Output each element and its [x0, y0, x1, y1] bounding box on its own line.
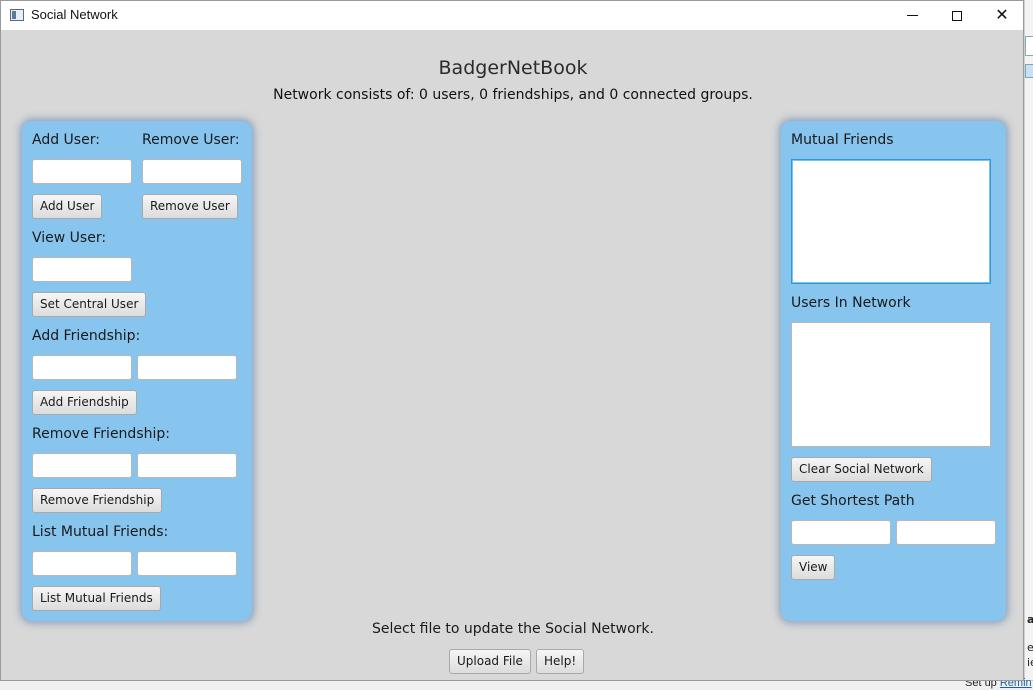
mutual-friends-heading: Mutual Friends — [791, 132, 894, 148]
left-control-panel: Add User: Remove User: Add User Remove U… — [22, 121, 252, 621]
background-input-fragment — [1025, 36, 1033, 56]
add-friendship-user1-input[interactable] — [32, 355, 132, 380]
remove-friendship-button[interactable]: Remove Friendship — [32, 488, 163, 513]
app-window: Social Network ✕ BadgerNetBook Network c… — [0, 0, 1024, 681]
app-window-icon — [10, 9, 24, 21]
background-app-window: C ai e a ie — [1024, 0, 1033, 690]
remove-user-label: Remove User: — [142, 132, 240, 148]
network-summary: Network consists of: 0 users, 0 friendsh… — [273, 87, 753, 103]
mutual-friends-list[interactable] — [791, 159, 991, 284]
remove-user-input[interactable] — [142, 159, 242, 184]
shortest-path-label: Get Shortest Path — [791, 493, 915, 509]
maximize-icon — [952, 10, 962, 21]
users-in-network-heading: Users In Network — [791, 295, 911, 311]
upload-file-button[interactable]: Upload File — [449, 649, 531, 674]
background-bottom-strip: Set up Remin — [0, 677, 1033, 690]
remove-user-button[interactable]: Remove User — [142, 194, 238, 219]
background-fragment-3: e a — [1027, 641, 1033, 654]
mutual-friends-user2-input[interactable] — [137, 551, 237, 576]
remove-friendship-user2-input[interactable] — [137, 453, 237, 478]
mutual-friends-user1-input[interactable] — [32, 551, 132, 576]
close-button[interactable]: ✕ — [979, 1, 1025, 30]
remove-friendship-user1-input[interactable] — [32, 453, 132, 478]
maximize-button[interactable] — [934, 1, 980, 30]
view-user-input[interactable] — [32, 257, 132, 282]
users-in-network-list[interactable] — [791, 322, 991, 447]
window-title: Social Network — [31, 7, 118, 22]
page-title: BadgerNetBook — [438, 57, 588, 79]
minimize-icon — [906, 15, 918, 16]
shortest-path-user2-input[interactable] — [896, 520, 996, 545]
clear-social-network-button[interactable]: Clear Social Network — [791, 457, 932, 482]
status-message: Select file to update the Social Network… — [372, 621, 654, 637]
background-fragment-4: ie — [1027, 656, 1033, 669]
help-button[interactable]: Help! — [536, 649, 585, 674]
add-friendship-user2-input[interactable] — [137, 355, 237, 380]
background-button-fragment — [1025, 64, 1033, 78]
view-user-label: View User: — [32, 230, 107, 246]
list-mutual-friends-label: List Mutual Friends: — [32, 524, 169, 540]
right-info-panel: Mutual Friends Users In Network Clear So… — [781, 121, 1006, 621]
add-user-button[interactable]: Add User — [32, 194, 103, 219]
remove-friendship-label: Remove Friendship: — [32, 426, 170, 442]
add-friendship-label: Add Friendship: — [32, 328, 141, 344]
minimize-button[interactable] — [889, 1, 935, 30]
title-bar[interactable]: Social Network ✕ — [1, 1, 1023, 30]
add-friendship-button[interactable]: Add Friendship — [32, 390, 137, 415]
view-shortest-path-button[interactable]: View — [791, 555, 836, 580]
set-central-user-button[interactable]: Set Central User — [32, 292, 147, 317]
add-user-label: Add User: — [32, 132, 100, 148]
close-icon: ✕ — [995, 5, 1009, 24]
add-user-input[interactable] — [32, 159, 132, 184]
shortest-path-user1-input[interactable] — [791, 520, 891, 545]
background-fragment-2: ai — [1027, 613, 1033, 626]
list-mutual-friends-button[interactable]: List Mutual Friends — [32, 586, 161, 611]
